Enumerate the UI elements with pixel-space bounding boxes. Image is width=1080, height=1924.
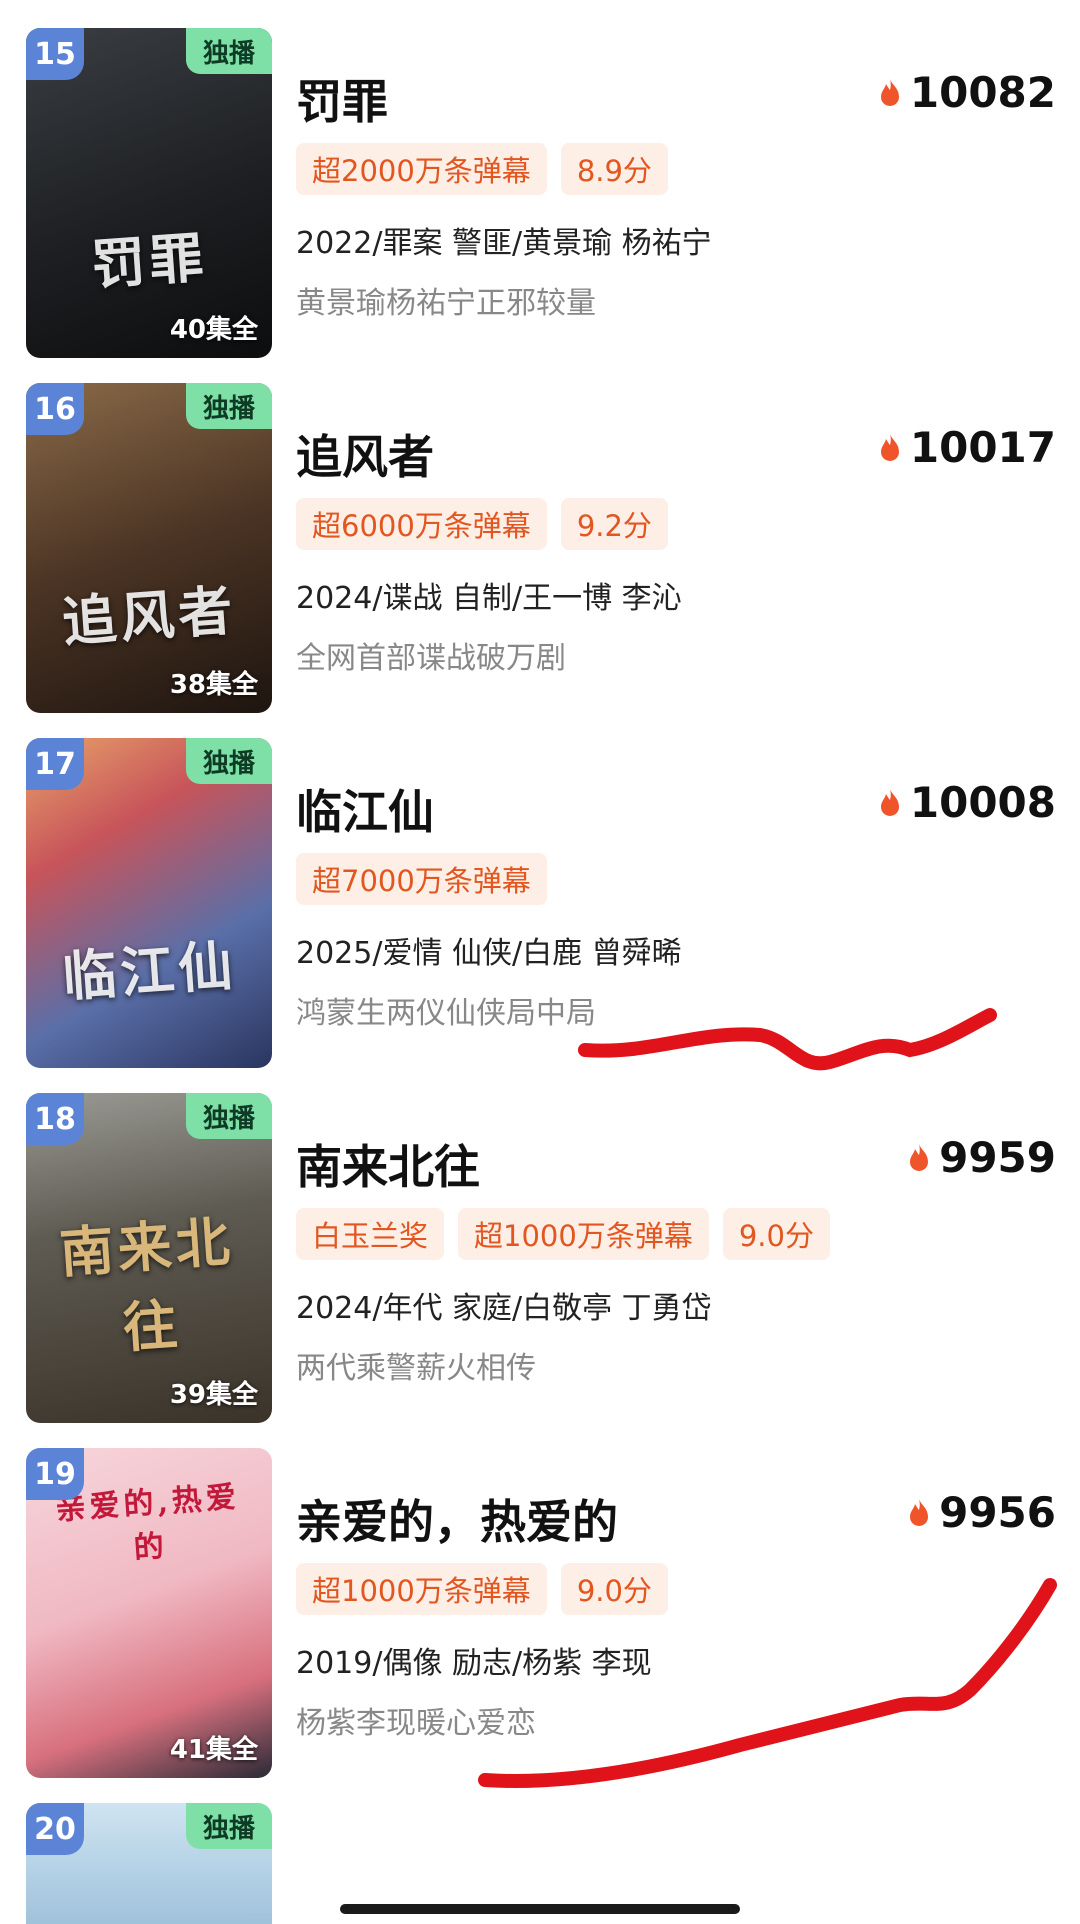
heat-value: 10008 [909,778,1056,827]
tag: 9.2分 [560,498,668,550]
fire-icon [880,433,899,461]
rank-badge: 19 [26,1448,84,1500]
heat-score: 10008 [878,778,1056,827]
fire-icon [880,788,899,816]
fire-icon [880,78,899,106]
episode-count: 41集全 [169,1735,258,1765]
tag-list: 白玉兰奖 超1000万条弹幕 9.0分 [296,1208,830,1260]
poster-title-art: 临江仙 [60,932,239,1009]
tag-list: 超2000万条弹幕 8.9分 [296,143,668,195]
rank-badge: 16 [26,383,84,435]
heat-value: 9959 [939,1133,1056,1182]
tag-list: 超7000万条弹幕 [296,853,547,905]
show-meta: 2024/谍战 自制/王一博 李沁 [296,581,682,616]
home-indicator[interactable] [340,1904,740,1914]
heat-score: 9959 [907,1133,1056,1182]
exclusive-badge: 独播 [186,1093,272,1139]
tag: 超1000万条弹幕 [296,1563,547,1615]
rank-badge: 17 [26,738,84,790]
rank-badge: 15 [26,28,84,80]
tag: 超7000万条弹幕 [296,853,547,905]
exclusive-badge: 独播 [186,1803,272,1849]
heat-value: 10017 [909,423,1056,472]
tag-list: 超1000万条弹幕 9.0分 [296,1563,668,1615]
exclusive-badge: 独播 [186,738,272,784]
list-item[interactable]: 罚罪 15 独播 40集全 罚罪 10082 超2000万条弹幕 8.9分 20… [0,28,1080,358]
show-title[interactable]: 临江仙 [296,776,434,842]
rank-badge: 20 [26,1803,84,1855]
poster-title-art: 追风者 [60,577,239,654]
show-description: 全网首部谍战破万剧 [296,641,566,676]
tag: 超1000万条弹幕 [458,1208,709,1260]
list-item[interactable]: 临江仙 17 独播 临江仙 10008 超7000万条弹幕 2025/爱情 仙侠… [0,738,1080,1068]
tag-list: 超6000万条弹幕 9.2分 [296,498,668,550]
poster[interactable]: 亲爱的,热爱的 19 41集全 [26,1448,272,1778]
heat-value: 9956 [939,1488,1056,1537]
tag: 超2000万条弹幕 [296,143,547,195]
show-description: 两代乘警薪火相传 [296,1351,536,1386]
episode-count: 40集全 [169,315,258,345]
heat-score: 10017 [878,423,1056,472]
poster-title-art: 南来北往 [57,1209,236,1360]
show-title[interactable]: 亲爱的，热爱的 [296,1486,618,1552]
tag: 超6000万条弹幕 [296,498,547,550]
show-title[interactable]: 罚罪 [296,66,388,132]
tag: 9.0分 [560,1563,668,1615]
show-meta: 2022/罪案 警匪/黄景瑜 杨祐宁 [296,226,712,261]
list-item[interactable]: 追风者 16 独播 38集全 追风者 10017 超6000万条弹幕 9.2分 … [0,383,1080,713]
poster-title-art: 罚罪 [89,225,210,297]
episode-count: 38集全 [169,670,258,700]
show-description: 黄景瑜杨祐宁正邪较量 [296,286,596,321]
show-meta: 2019/偶像 励志/杨紫 李现 [296,1646,652,1681]
show-title[interactable]: 南来北往 [296,1131,480,1197]
show-description: 鸿蒙生两仪仙侠局中局 [296,996,596,1031]
show-meta: 2024/年代 家庭/白敬亭 丁勇岱 [296,1291,712,1326]
fire-icon [910,1498,929,1526]
poster[interactable]: 追风者 16 独播 38集全 [26,383,272,713]
poster[interactable]: 20 独播 [26,1803,272,1924]
tag: 8.9分 [560,143,668,195]
show-description: 杨紫李现暖心爱恋 [296,1706,536,1741]
rank-badge: 18 [26,1093,84,1145]
heat-score: 9956 [907,1488,1056,1537]
heat-value: 10082 [909,68,1056,117]
show-meta: 2025/爱情 仙侠/白鹿 曾舜晞 [296,936,682,971]
exclusive-badge: 独播 [186,28,272,74]
poster[interactable]: 临江仙 17 独播 [26,738,272,1068]
heat-score: 10082 [878,68,1056,117]
list-item[interactable]: 南来北往 18 独播 39集全 南来北往 9959 白玉兰奖 超1000万条弹幕… [0,1093,1080,1423]
show-title[interactable]: 追风者 [296,421,434,487]
episode-count: 39集全 [169,1380,258,1410]
exclusive-badge: 独播 [186,383,272,429]
fire-icon [910,1143,929,1171]
poster[interactable]: 南来北往 18 独播 39集全 [26,1093,272,1423]
poster[interactable]: 罚罪 15 独播 40集全 [26,28,272,358]
list-item[interactable]: 亲爱的,热爱的 19 41集全 亲爱的，热爱的 9956 超1000万条弹幕 9… [0,1448,1080,1778]
tag: 9.0分 [722,1208,830,1260]
tag: 白玉兰奖 [296,1208,445,1260]
